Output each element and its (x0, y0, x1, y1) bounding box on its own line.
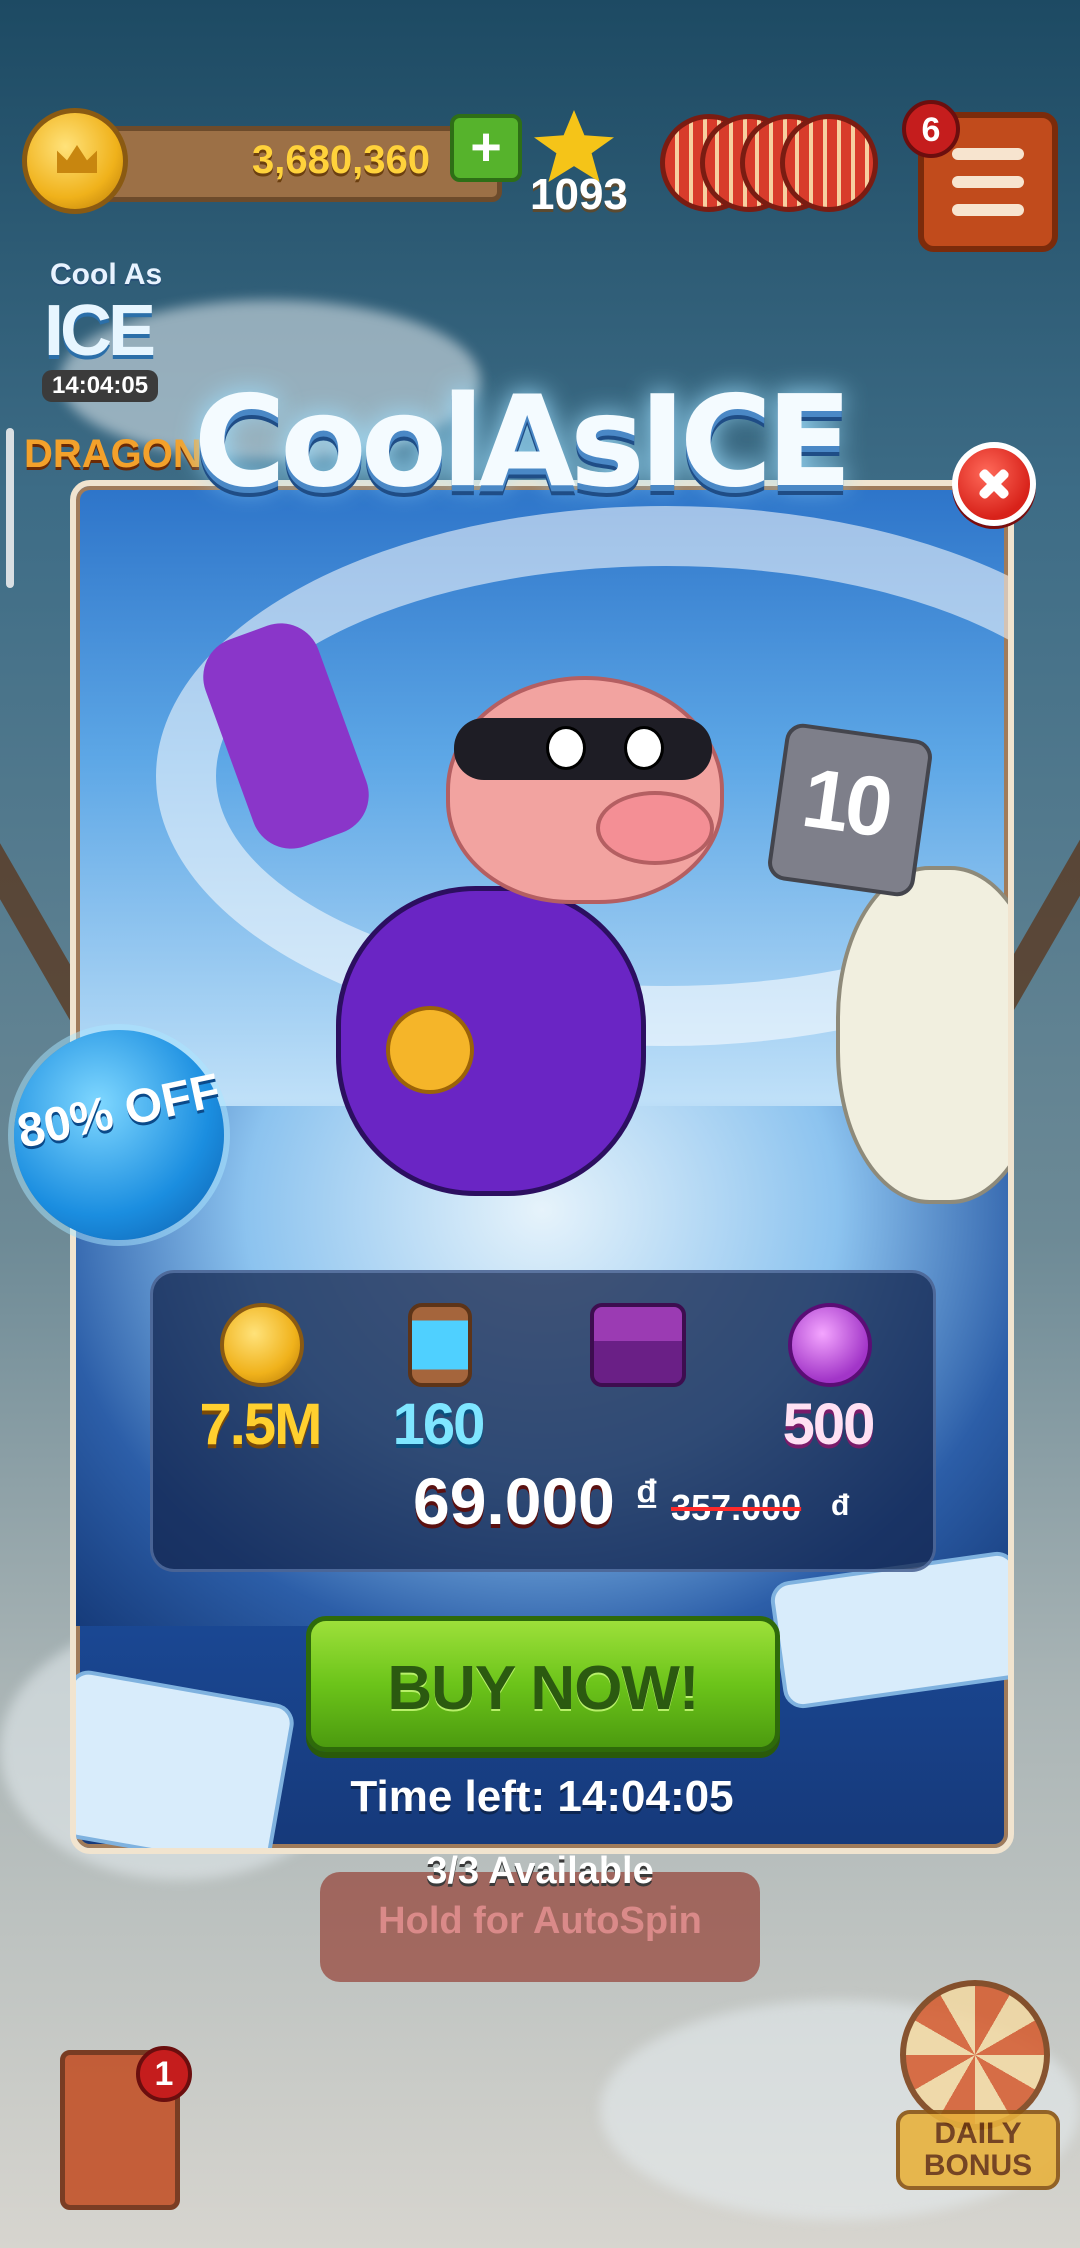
daily-bonus-button: DAILY BONUS (886, 1980, 1062, 2200)
side-event-rail (6, 428, 14, 588)
score-sign: 10 (765, 721, 935, 899)
score-sign-number: 10 (796, 749, 895, 855)
close-button[interactable] (952, 442, 1036, 526)
pig-snout (596, 791, 714, 865)
side-event-title-big: ICE (44, 291, 156, 371)
pig-body (336, 886, 646, 1196)
reward-coins-label: 7.5M (199, 1392, 323, 1457)
shields-indicator (660, 114, 880, 222)
xp-potion-icon (788, 1303, 872, 1387)
price-now: 69.000 (413, 1464, 615, 1538)
menu-line-icon (952, 148, 1024, 160)
buy-now-button[interactable]: BUY NOW! (306, 1616, 780, 1752)
price-row: 69.000 ₫ 357.000 đ (413, 1463, 913, 1543)
reward-coins: 7.5M (175, 1303, 345, 1463)
offer-title: CoolAsICE (193, 368, 853, 515)
buy-now-label: BUY NOW! (387, 1654, 699, 1723)
time-left: Time left: 14:04:05 (350, 1772, 734, 1821)
chest-icon (590, 1303, 686, 1387)
reward-xp-label: 500 (782, 1392, 876, 1457)
price-old: 357.000 (671, 1487, 802, 1528)
coin-count: 3,680,360 (252, 138, 430, 182)
reward-spins-label: 160 (392, 1392, 486, 1457)
pig-eye (546, 726, 586, 770)
polar-bear (836, 866, 1008, 1204)
buy-coins-button[interactable]: + (450, 114, 522, 182)
pig-eye (624, 726, 664, 770)
cards-badge: 1 (136, 2046, 192, 2102)
autospin-label: Hold for AutoSpin (378, 1900, 702, 1942)
side-event-title-small: Cool As (50, 258, 163, 291)
reward-spins: 160 (353, 1303, 523, 1463)
offer-availability: 3/3 Available (426, 1850, 654, 1892)
shield-icon (780, 114, 878, 212)
menu-notification-badge: 6 (902, 100, 960, 158)
coin-counter: 3,680,360 (22, 108, 502, 214)
reward-xp: 500 (743, 1303, 913, 1463)
menu-line-icon (952, 204, 1024, 216)
wheel-icon (900, 1980, 1050, 2130)
discount-badge: 80% OFF (12, 1030, 225, 1240)
coin-icon (22, 108, 128, 214)
price-old-currency: đ (831, 1489, 850, 1522)
ice-shard (76, 1667, 297, 1848)
pig-head (446, 676, 724, 904)
reward-chest (553, 1303, 723, 1463)
rewards-panel: 7.5M 160 500 69.000 ₫ 357.000 đ (150, 1270, 936, 1572)
side-event-timer: 14:04:05 (42, 370, 159, 402)
side-event-dragon[interactable]: DRAGON (24, 432, 202, 477)
menu-line-icon (952, 176, 1024, 188)
star-count: 1093 (530, 170, 628, 219)
daily-bonus-label: DAILY BONUS (896, 2110, 1060, 2190)
price-currency: ₫ (635, 1470, 659, 1522)
coin-icon (220, 1303, 304, 1387)
battery-icon (408, 1303, 472, 1387)
discount-label: 80% OFF (12, 1064, 225, 1159)
coin-medal (386, 1006, 474, 1094)
